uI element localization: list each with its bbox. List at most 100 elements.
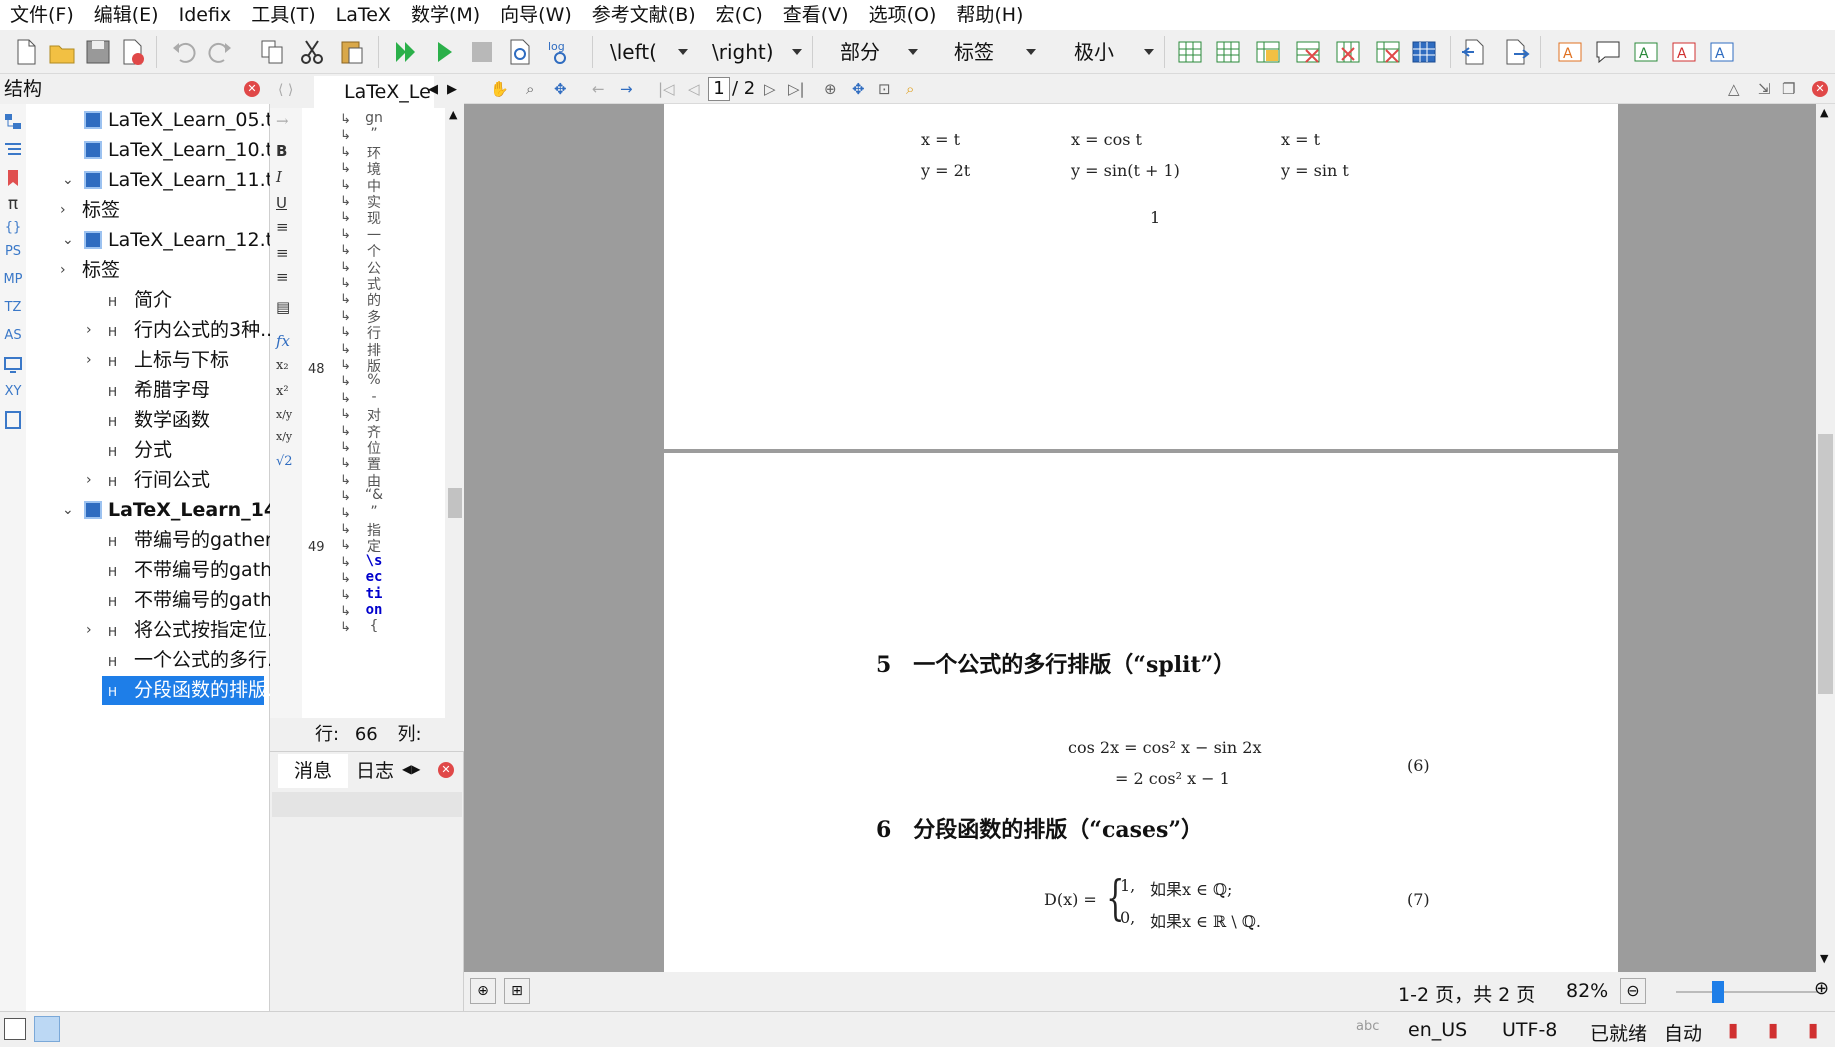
text-blue-icon[interactable]: A bbox=[1708, 38, 1736, 66]
chevron-down-icon[interactable]: ⌄ bbox=[62, 166, 74, 195]
menu-item[interactable]: 帮助(H) bbox=[946, 0, 1033, 30]
editor-scrollbar[interactable]: ▲ bbox=[445, 108, 464, 718]
structure-view-icon[interactable] bbox=[2, 112, 24, 136]
menu-item[interactable]: LaTeX bbox=[326, 0, 401, 30]
menu-item[interactable]: 向导(W) bbox=[490, 0, 582, 30]
subscript-icon[interactable]: x₂ bbox=[276, 358, 289, 373]
new-file-icon[interactable] bbox=[12, 38, 40, 66]
table-delete-row-icon[interactable] bbox=[1294, 38, 1322, 66]
chevron-right-icon[interactable]: › bbox=[60, 196, 66, 225]
insert-list-icon[interactable]: ▤ bbox=[276, 298, 290, 316]
scroll-up-icon[interactable]: ▲ bbox=[449, 108, 457, 121]
zoom-in-icon[interactable]: ⊕ bbox=[1814, 978, 1829, 999]
side-icon-xy[interactable]: XY bbox=[2, 384, 24, 399]
tree-file-item[interactable]: ⌄ LaTeX_Learn_11.tex bbox=[62, 166, 296, 195]
align-right-icon[interactable]: ≡ bbox=[276, 268, 289, 286]
back-icon[interactable]: ← bbox=[592, 80, 605, 98]
dock-icon[interactable]: ⇲ bbox=[1758, 80, 1771, 98]
tree-section-item[interactable]: › H 行间公式 bbox=[86, 466, 210, 495]
pdf-viewer[interactable]: x = t x = cos t x = t y = 2t y = sin(t +… bbox=[464, 104, 1816, 972]
side-icon-tz[interactable]: TZ bbox=[2, 300, 24, 315]
pdf-scroll-thumb[interactable] bbox=[1818, 434, 1833, 694]
encoding-selector[interactable]: UTF-8 bbox=[1502, 1019, 1557, 1041]
first-page-icon[interactable]: |◁ bbox=[658, 80, 675, 98]
comment-icon[interactable] bbox=[1594, 38, 1622, 66]
table-delete-col-icon[interactable] bbox=[1334, 38, 1362, 66]
chevron-right-icon[interactable]: › bbox=[60, 256, 66, 285]
section-combo[interactable]: 部分 bbox=[840, 36, 920, 68]
fit-width-icon[interactable]: ⊞ bbox=[504, 978, 530, 1004]
prev-page-icon[interactable]: ◁ bbox=[688, 80, 700, 98]
side-icon-mp[interactable]: MP bbox=[2, 272, 24, 287]
insert-file-icon[interactable] bbox=[1460, 38, 1488, 66]
bold-icon[interactable]: B bbox=[276, 142, 287, 160]
sync-icon[interactable]: ✋ bbox=[490, 80, 509, 98]
tree-section-item[interactable]: H 带编号的gather bbox=[108, 526, 273, 555]
page-number-input[interactable]: 1 bbox=[708, 77, 730, 101]
dfrac-icon[interactable]: x/y bbox=[276, 430, 292, 443]
close-file-icon[interactable] bbox=[118, 38, 146, 66]
chevron-down-icon[interactable]: ⌄ bbox=[62, 496, 74, 525]
layout-icon[interactable] bbox=[4, 1018, 26, 1040]
cut-icon[interactable] bbox=[298, 38, 326, 66]
menu-item[interactable]: 查看(V) bbox=[773, 0, 859, 30]
menu-item[interactable]: 参考文献(B) bbox=[582, 0, 706, 30]
next-page-icon[interactable]: ▷ bbox=[764, 80, 776, 98]
tree-section-item[interactable]: › H 上标与下标 bbox=[86, 346, 229, 375]
editor-scroll-thumb[interactable] bbox=[448, 488, 462, 518]
bookmark-icon[interactable] bbox=[2, 168, 24, 192]
tab-latex-file[interactable]: LaTeX_Le bbox=[314, 76, 434, 108]
forward-icon[interactable]: → bbox=[620, 80, 633, 98]
save-icon[interactable] bbox=[84, 38, 112, 66]
left-delimiter-combo[interactable]: \left( bbox=[610, 36, 690, 68]
tree-section-item[interactable]: › H 将公式按指定位... bbox=[86, 616, 285, 645]
tab-scroll-left-icon[interactable]: ◀ bbox=[428, 82, 438, 97]
menu-item[interactable]: 数学(M) bbox=[401, 0, 490, 30]
size-combo[interactable]: 极小 bbox=[1074, 36, 1156, 68]
export-file-icon[interactable] bbox=[1502, 38, 1530, 66]
table-add-col-icon[interactable] bbox=[1254, 38, 1282, 66]
fit-page-icon[interactable]: ⊡ bbox=[878, 80, 891, 98]
zoom-out-icon[interactable]: ⊖ bbox=[1620, 978, 1646, 1004]
table-delete-cell-icon[interactable] bbox=[1374, 38, 1402, 66]
tree-section-item[interactable]: H 不带编号的gather bbox=[108, 586, 292, 615]
brackets-icon[interactable]: {} bbox=[2, 220, 24, 235]
copy-icon[interactable] bbox=[258, 38, 286, 66]
language-selector[interactable]: en_US bbox=[1408, 1019, 1467, 1041]
undo-icon[interactable] bbox=[170, 38, 198, 66]
tree-section-item[interactable]: H 简介 bbox=[108, 286, 172, 315]
window-icon[interactable]: ❐ bbox=[1782, 80, 1795, 98]
last-page-icon[interactable]: ▷| bbox=[788, 80, 805, 98]
paste-icon[interactable] bbox=[338, 38, 366, 66]
italic-icon[interactable]: I bbox=[276, 168, 282, 186]
layout-toggle-icon[interactable] bbox=[34, 1016, 60, 1042]
redo-icon[interactable] bbox=[206, 38, 234, 66]
text-green-icon[interactable]: A bbox=[1632, 38, 1660, 66]
menu-item[interactable]: 选项(O) bbox=[859, 0, 947, 30]
tab-messages[interactable]: 消息 bbox=[278, 754, 348, 788]
compile-icon[interactable] bbox=[430, 38, 458, 66]
scroll-down-icon[interactable]: ▼ bbox=[1820, 952, 1828, 965]
tree-file-item[interactable]: LaTeX_Learn_10.tex bbox=[84, 136, 296, 165]
function-icon[interactable]: fx bbox=[276, 332, 290, 350]
tree-section-item[interactable]: H 数学函数 bbox=[108, 406, 210, 435]
open-file-icon[interactable] bbox=[48, 38, 76, 66]
mode-text[interactable]: 自动 bbox=[1664, 1019, 1702, 1046]
zoom-slider[interactable] bbox=[1676, 991, 1818, 993]
text-box-icon[interactable]: A bbox=[1556, 38, 1584, 66]
table-format-icon[interactable] bbox=[1410, 38, 1438, 66]
stop-icon[interactable] bbox=[468, 38, 496, 66]
zoom-tool-icon[interactable]: ⌕ bbox=[906, 80, 914, 98]
tree-group-item[interactable]: › 标签 bbox=[60, 196, 120, 225]
close-icon[interactable]: ✕ bbox=[438, 762, 454, 778]
arrow-right-icon[interactable]: → bbox=[276, 112, 289, 130]
tree-file-item[interactable]: LaTeX_Learn_05.tex bbox=[84, 106, 296, 135]
side-icon-as[interactable]: AS bbox=[2, 328, 24, 343]
underline-icon[interactable]: U bbox=[276, 194, 287, 212]
tree-section-item[interactable]: H 希腊字母 bbox=[108, 376, 210, 405]
fraction-icon[interactable]: x/y bbox=[276, 408, 292, 421]
code-text[interactable]: gn” 环境中实现一个公式的多行排版% - 对齐位置由 “&” 指定 \s ec ti on{ bbox=[358, 108, 388, 718]
tree-section-item[interactable]: H 一个公式的多行... bbox=[108, 646, 285, 675]
tab-log[interactable]: 日志 bbox=[350, 754, 400, 788]
collapse-icon[interactable]: △ bbox=[1728, 80, 1740, 98]
